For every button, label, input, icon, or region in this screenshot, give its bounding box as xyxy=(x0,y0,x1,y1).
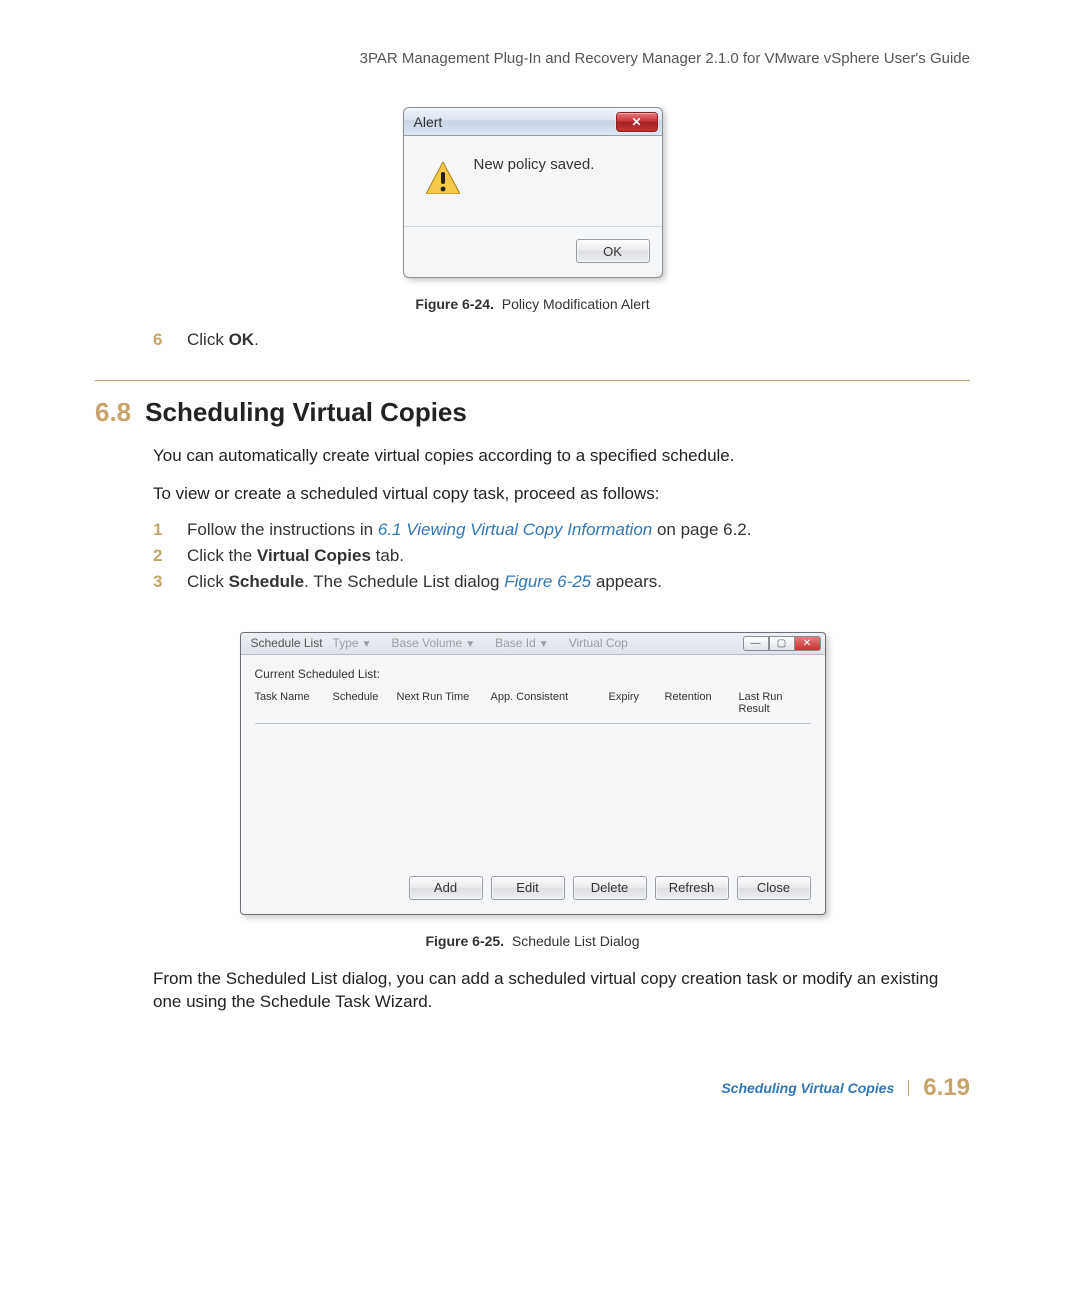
table-header-row: Task Name Schedule Next Run Time App. Co… xyxy=(255,691,811,719)
step-1: 1 Follow the instructions in 6.1 Viewing… xyxy=(95,520,970,540)
page-footer: Scheduling Virtual Copies 6.19 xyxy=(95,1074,970,1102)
window-controls: — ▢ ✕ xyxy=(743,636,821,651)
section-heading: 6.8 Scheduling Virtual Copies xyxy=(95,397,970,428)
minimize-button[interactable]: — xyxy=(743,636,769,651)
schedule-list-dialog: Schedule List Type▼ Base Volume▼ Base Id… xyxy=(240,632,826,915)
col-last-result: Last Run Result xyxy=(739,691,811,715)
ok-button[interactable]: OK xyxy=(576,239,650,263)
close-button[interactable]: Close xyxy=(737,876,811,900)
xref-link[interactable]: 6.1 Viewing Virtual Copy Information xyxy=(378,520,652,539)
col-expiry: Expiry xyxy=(609,691,665,715)
alert-title: Alert xyxy=(414,114,443,130)
refresh-button[interactable]: Refresh xyxy=(655,876,729,900)
col-app-consistent: App. Consistent xyxy=(491,691,609,715)
warning-icon xyxy=(422,156,464,216)
running-header: 3PAR Management Plug-In and Recovery Man… xyxy=(95,50,970,67)
list-label: Current Scheduled List: xyxy=(255,667,811,681)
add-button[interactable]: Add xyxy=(409,876,483,900)
col-task-name: Task Name xyxy=(255,691,333,715)
filter-icon: ▼ xyxy=(462,639,475,650)
footer-section-link[interactable]: Scheduling Virtual Copies xyxy=(721,1080,909,1096)
step-6: 6 Click OK. xyxy=(95,330,970,350)
alert-titlebar: Alert ✕ xyxy=(404,108,662,136)
xref-link[interactable]: Figure 6-25 xyxy=(504,572,591,591)
filter-icon: ▼ xyxy=(536,639,549,650)
figure-caption-2: Figure 6-25. Schedule List Dialog xyxy=(95,933,970,949)
step-2: 2 Click the Virtual Copies tab. xyxy=(95,546,970,566)
body-paragraph: You can automatically create virtual cop… xyxy=(95,444,970,468)
edit-button[interactable]: Edit xyxy=(491,876,565,900)
filter-icon: ▼ xyxy=(359,639,372,650)
close-icon: ✕ xyxy=(631,115,641,129)
col-schedule: Schedule xyxy=(333,691,397,715)
alert-message: New policy saved. xyxy=(464,156,644,216)
alert-dialog: Alert ✕ New policy saved. OK xyxy=(403,107,663,278)
maximize-button[interactable]: ▢ xyxy=(769,636,795,651)
body-paragraph: From the Scheduled List dialog, you can … xyxy=(95,967,970,1015)
schedule-list-body xyxy=(255,736,811,876)
step-3: 3 Click Schedule. The Schedule List dial… xyxy=(95,572,970,592)
alert-close-button[interactable]: ✕ xyxy=(616,112,658,132)
body-paragraph: To view or create a scheduled virtual co… xyxy=(95,482,970,506)
figure-caption-1: Figure 6-24. Policy Modification Alert xyxy=(95,296,970,312)
delete-button[interactable]: Delete xyxy=(573,876,647,900)
col-retention: Retention xyxy=(665,691,739,715)
close-button[interactable]: ✕ xyxy=(795,636,821,651)
schedule-list-titlebar: Schedule List Type▼ Base Volume▼ Base Id… xyxy=(241,633,825,655)
page-number: 6.19 xyxy=(923,1074,970,1102)
section-divider xyxy=(95,380,970,381)
col-next-run: Next Run Time xyxy=(397,691,491,715)
